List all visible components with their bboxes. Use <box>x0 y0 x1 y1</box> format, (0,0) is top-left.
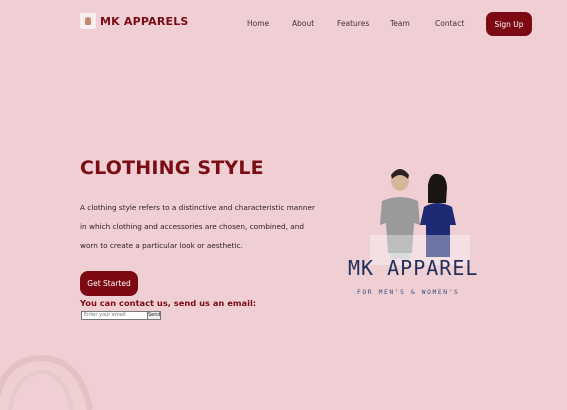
nav-features[interactable]: Features <box>337 19 369 28</box>
brand-illustration <box>370 169 470 265</box>
nav-contact[interactable]: Contact <box>435 19 464 28</box>
signup-button[interactable]: Sign Up <box>486 12 532 36</box>
illustration-tagline: FOR MEN'S & WOMEN'S <box>357 289 460 296</box>
main-nav: Home About Features Team Contact <box>0 19 567 31</box>
decorative-leaf <box>0 354 93 410</box>
get-started-button[interactable]: Get Started <box>80 271 138 296</box>
illustration-brand-text: MK APPAREL <box>348 256 479 280</box>
nav-team[interactable]: Team <box>390 19 410 28</box>
hero-description: A clothing style refers to a distinctive… <box>80 203 316 250</box>
hero-title: CLOTHING STYLE <box>80 157 264 179</box>
send-button[interactable]: Send <box>147 311 161 320</box>
email-input[interactable] <box>81 311 149 320</box>
nav-home[interactable]: Home <box>247 19 269 28</box>
nav-about[interactable]: About <box>292 19 314 28</box>
contact-text: You can contact us, send us an email: <box>80 298 257 308</box>
